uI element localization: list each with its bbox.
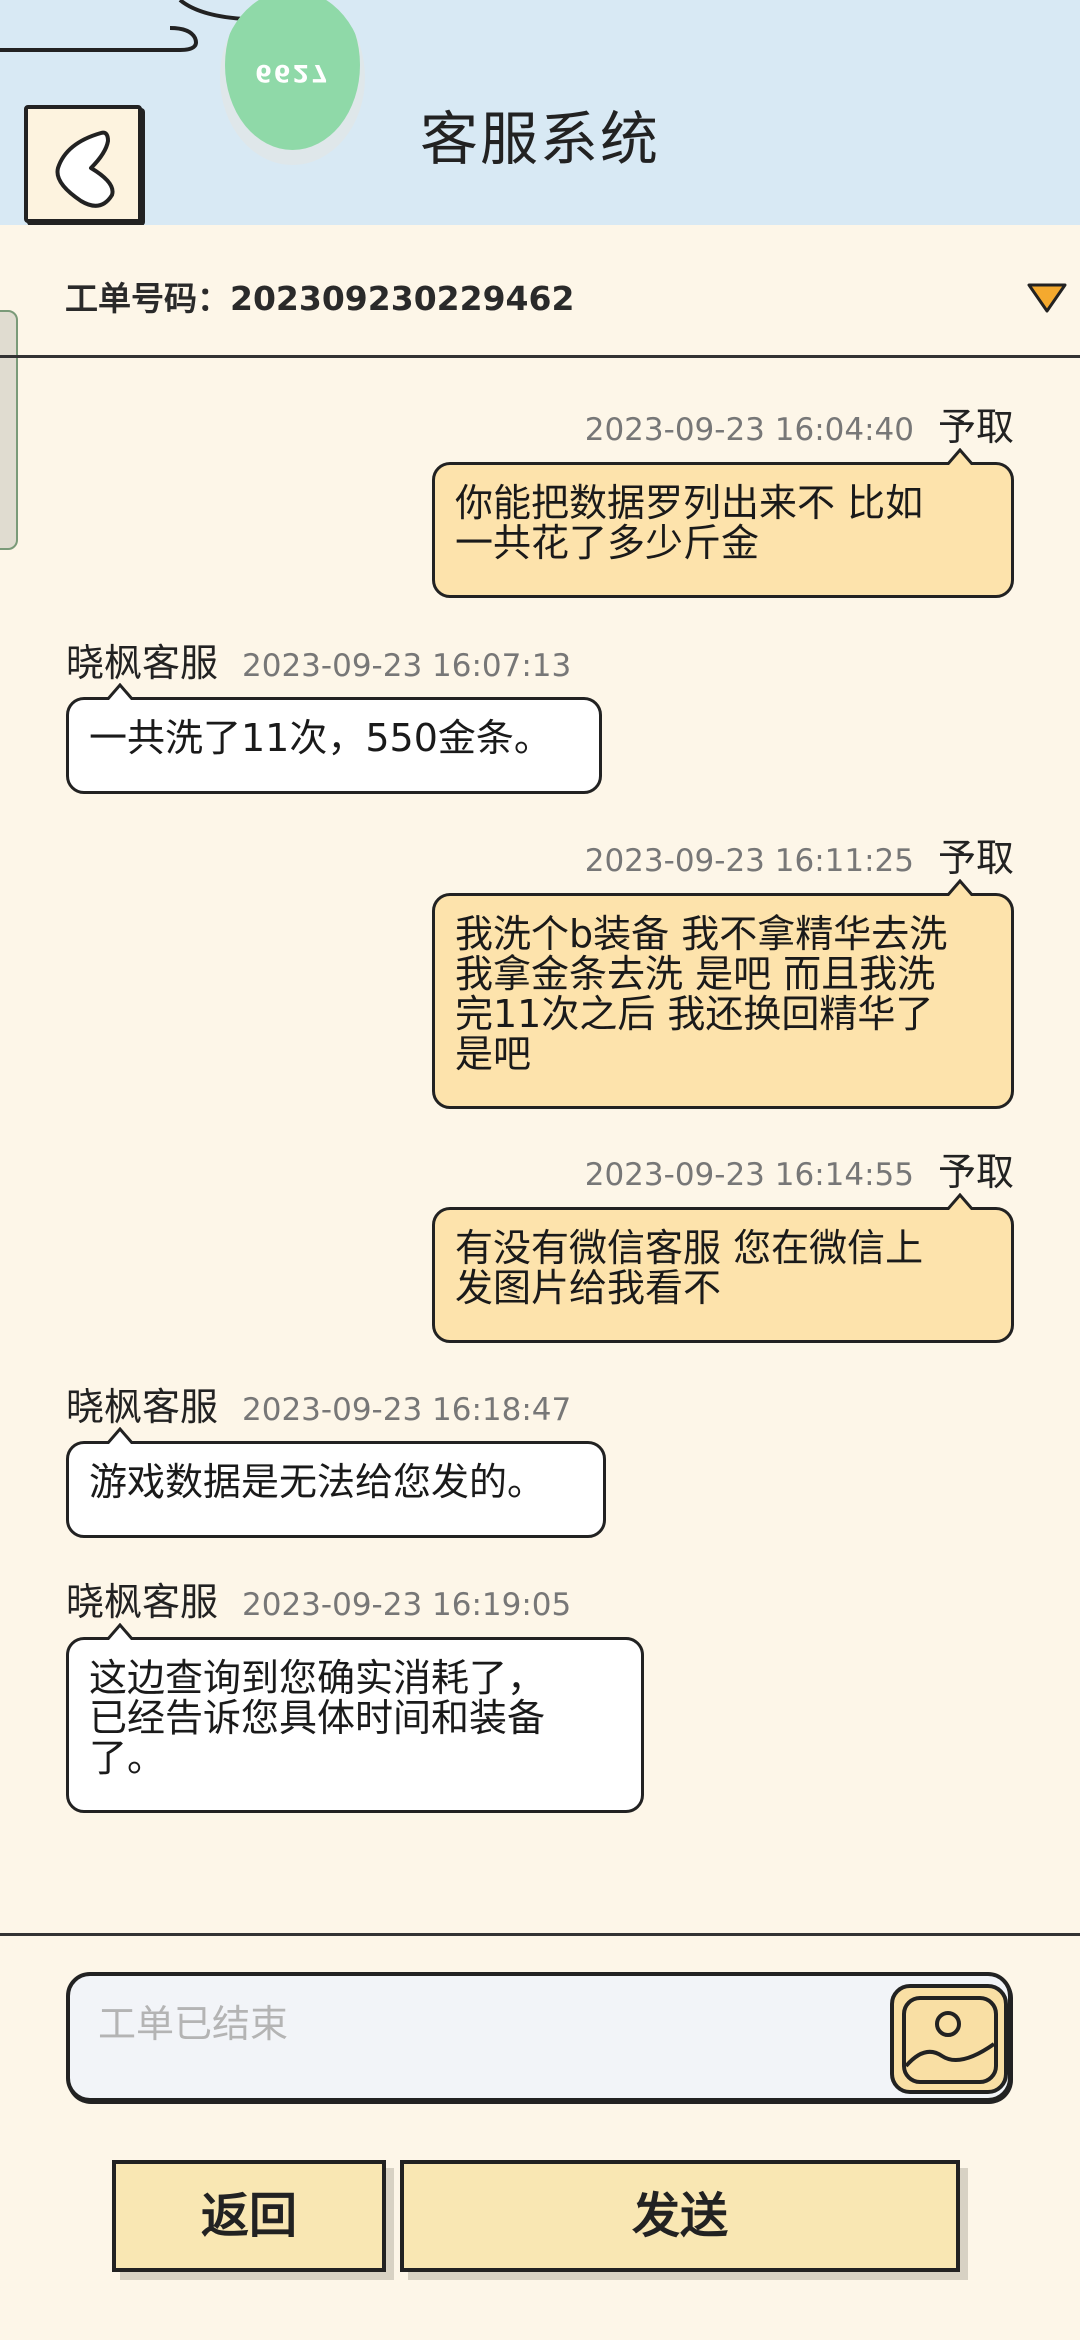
sender-name: 晓枫客服 [66, 1385, 219, 1429]
message-line: 发图片给我看不 [455, 1266, 722, 1310]
sender-name: 予取 [937, 405, 1014, 449]
agent-message-bubble: 游戏数据是无法给您发的。 [66, 1427, 606, 1538]
side-drawer-handle[interactable] [0, 310, 18, 550]
return-button[interactable]: 返回 [112, 2160, 386, 2272]
message-line: 一共花了多少斤金 [455, 521, 760, 565]
my-message-bubble: 有没有微信客服 您在微信上 发图片给我看不 [432, 1193, 1014, 1343]
message-timestamp: 2023-09-23 16:07:13 [242, 648, 572, 684]
bubble-tail [107, 1623, 133, 1640]
message-timestamp: 2023-09-23 16:18:47 [242, 1392, 572, 1428]
ticket-value: 202309230229462 [230, 279, 575, 318]
message-line: 这边查询到您确实消耗了， [89, 1656, 546, 1700]
image-icon [902, 1996, 998, 2084]
message-timestamp: 2023-09-23 16:19:05 [242, 1587, 572, 1623]
sender-name: 予取 [937, 1150, 1014, 1194]
triangle-down-icon[interactable] [1026, 281, 1068, 315]
agent-message-bubble: 这边查询到您确实消耗了， 已经告诉您具体时间和装备 了。 [66, 1623, 644, 1813]
message-line: 一共洗了11次，550金条。 [89, 716, 552, 760]
bubble-tail [107, 1427, 133, 1444]
message-timestamp: 2023-09-23 16:11:25 [584, 843, 914, 879]
sender-name: 晓枫客服 [66, 1580, 219, 1624]
message-line: 我拿金条去洗 是吧 而且我洗 [455, 952, 936, 996]
ticket-label: 工单号码： [65, 279, 230, 318]
message-line: 游戏数据是无法给您发的。 [89, 1460, 546, 1504]
chevron-left-icon [55, 130, 115, 208]
message-line: 我洗个b装备 我不拿精华去洗 [455, 912, 948, 956]
header-bar: 6627 客服系统 [0, 0, 1080, 225]
avatar: 6627 [220, 0, 365, 165]
ticket-number: 工单号码：202309230229462 [65, 272, 574, 320]
avatar-badge: 6627 [255, 59, 330, 87]
message-timestamp: 2023-09-23 16:14:55 [584, 1157, 914, 1193]
message-line: 你能把数据罗列出来不 比如 [455, 481, 924, 525]
message-composer [66, 1972, 1012, 2102]
message-input[interactable] [98, 1994, 918, 2054]
message-line: 已经告诉您具体时间和装备 [89, 1696, 546, 1740]
sender-name: 予取 [937, 836, 1014, 880]
page-title: 客服系统 [420, 105, 661, 173]
my-message-bubble: 你能把数据罗列出来不 比如 一共花了多少斤金 [432, 448, 1014, 598]
divider [0, 355, 1080, 358]
my-message-bubble: 我洗个b装备 我不拿精华去洗 我拿金条去洗 是吧 而且我洗 完11次之后 我还换回精… [432, 879, 1014, 1109]
back-button[interactable] [24, 105, 142, 223]
message-header: 2023-09-23 16:11:25 予取 [585, 827, 1014, 882]
bubble-tail [947, 879, 973, 896]
agent-message-bubble: 一共洗了11次，550金条。 [66, 683, 602, 794]
image-upload-button[interactable] [890, 1984, 1008, 2094]
bubble-tail [947, 448, 973, 465]
message-header: 晓枫客服 2023-09-23 16:18:47 [66, 1376, 571, 1431]
message-header: 晓枫客服 2023-09-23 16:07:13 [66, 632, 571, 687]
message-timestamp: 2023-09-23 16:04:40 [584, 412, 914, 448]
bubble-tail [947, 1193, 973, 1210]
message-header: 2023-09-23 16:04:40 予取 [585, 396, 1014, 451]
message-header: 晓枫客服 2023-09-23 16:19:05 [66, 1571, 571, 1626]
message-line: 是吧 [455, 1032, 532, 1076]
message-line: 了。 [89, 1736, 166, 1780]
message-line: 完11次之后 我还换回精华了 [455, 992, 934, 1036]
message-header: 2023-09-23 16:14:55 予取 [585, 1141, 1014, 1196]
bubble-tail [107, 683, 133, 700]
sender-name: 晓枫客服 [66, 641, 219, 685]
divider [0, 1933, 1080, 1936]
send-button[interactable]: 发送 [400, 2160, 960, 2272]
message-line: 有没有微信客服 您在微信上 [455, 1226, 924, 1270]
